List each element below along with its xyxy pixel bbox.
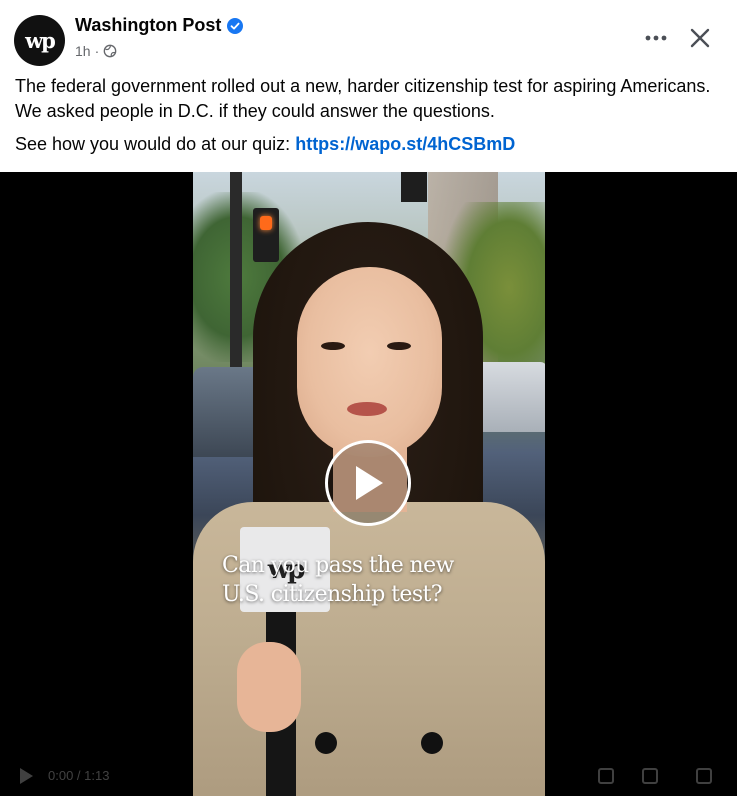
post-header: wp Washington Post 1h · xyxy=(0,0,737,70)
control-play-icon[interactable] xyxy=(18,767,34,785)
avatar[interactable]: wp xyxy=(14,15,65,66)
volume-icon[interactable] xyxy=(696,767,712,784)
traffic-signal xyxy=(401,172,427,202)
quiz-prefix: See how you would do at our quiz: xyxy=(15,134,291,154)
timestamp[interactable]: 1h xyxy=(75,43,91,59)
overlay-line-1: Can you pass the new xyxy=(222,553,454,578)
quiz-link[interactable]: https://wapo.st/4hCSBmD xyxy=(295,134,515,154)
face xyxy=(297,267,442,457)
coat-button xyxy=(421,732,443,754)
signal-hand-light xyxy=(260,216,272,230)
video-player[interactable]: wp Can you pass the new U.S. citizenship… xyxy=(0,172,737,796)
signal-pole xyxy=(230,172,242,372)
post-meta: 1h · xyxy=(75,43,117,59)
post-caption: The federal government rolled out a new,… xyxy=(15,76,711,121)
quiz-line: See how you would do at our quiz: https:… xyxy=(15,132,515,157)
settings-icon[interactable] xyxy=(598,767,614,784)
more-options-button[interactable] xyxy=(642,26,670,50)
page-name-text[interactable]: Washington Post xyxy=(75,15,221,36)
fullscreen-icon[interactable] xyxy=(642,767,658,784)
play-icon xyxy=(356,466,383,500)
coat-button xyxy=(315,732,337,754)
more-icon xyxy=(645,35,667,41)
meta-separator: · xyxy=(94,43,100,59)
lips xyxy=(347,402,387,416)
close-icon xyxy=(690,28,710,48)
video-controls: 0:00 / 1:13 xyxy=(0,755,737,796)
video-time: 0:00 / 1:13 xyxy=(48,768,110,783)
close-button[interactable] xyxy=(686,24,714,52)
verified-badge-icon xyxy=(227,17,244,34)
eye xyxy=(321,342,345,350)
page-name[interactable]: Washington Post xyxy=(75,15,244,36)
globe-icon xyxy=(103,44,117,58)
hand xyxy=(237,642,301,732)
video-overlay-title: Can you pass the new U.S. citizenship te… xyxy=(222,551,522,609)
overlay-line-2: U.S. citizenship test? xyxy=(222,582,443,607)
play-button[interactable] xyxy=(325,440,411,526)
eye xyxy=(387,342,411,350)
